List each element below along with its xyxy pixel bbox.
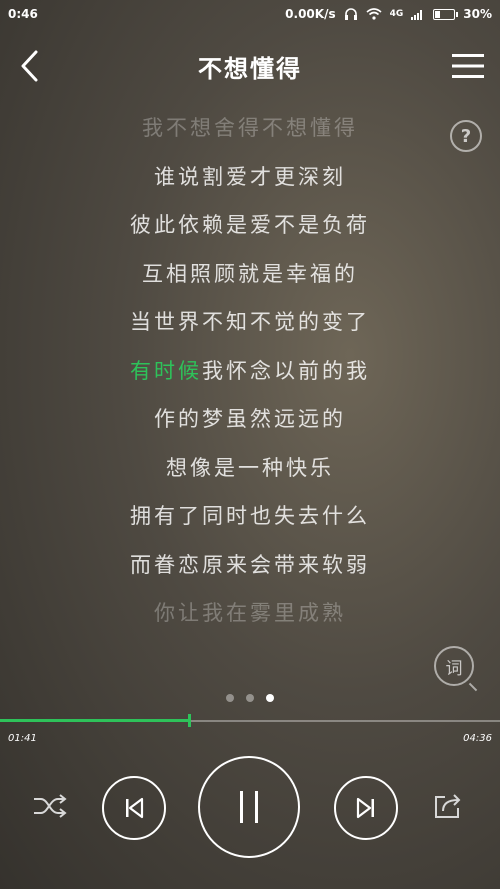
page-dot-active[interactable] [266, 694, 274, 702]
back-button[interactable] [14, 48, 50, 84]
progress-handle[interactable] [187, 714, 191, 727]
lyric-line: 拥有了同时也失去什么 [130, 504, 370, 528]
page-dot[interactable] [246, 694, 254, 702]
page-dot[interactable] [226, 694, 234, 702]
playback-controls [0, 752, 500, 862]
progress-bar[interactable] [0, 714, 500, 727]
repeat-icon [435, 794, 461, 818]
lyric-line: 当世界不知不觉的变了 [130, 310, 370, 334]
battery-level: 30% [463, 7, 492, 21]
network-speed: 0.00K/s [285, 7, 336, 21]
lyric-line: 而眷恋原来会带来软弱 [130, 552, 370, 577]
lyric-search-button[interactable]: 词 [434, 646, 474, 686]
lyric-highlighted-part: 有时候 [130, 358, 202, 383]
lyric-line: 彼此依赖是爱不是负荷 [130, 213, 370, 237]
lyric-line: 你让我在雾里成熟 [154, 601, 346, 625]
page-indicator [0, 694, 500, 702]
repeat-button[interactable] [428, 788, 468, 824]
lyric-line: 我不想舍得不想懂得 [142, 116, 358, 140]
chevron-left-icon [21, 50, 38, 82]
progress-fill [0, 719, 189, 722]
previous-button[interactable] [102, 776, 166, 840]
signal-indicator: 4G [389, 9, 404, 19]
lyric-remaining-part: 我怀念以前的我 [202, 358, 370, 383]
header: 不想懂得 [0, 36, 500, 96]
status-bar: 0:46 0.00K/s 4G 30% [0, 0, 500, 28]
next-button[interactable] [334, 776, 398, 840]
lyrics-panel[interactable]: 我不想舍得不想懂得 谁说割爱才更深刻 彼此依赖是爱不是负荷 互相照顾就是幸福的 … [0, 104, 500, 638]
total-time: 04:36 [463, 733, 492, 744]
signal-bars-icon [411, 10, 423, 20]
lyric-line: 谁说割爱才更深刻 [154, 164, 346, 189]
lyric-line-active: 有时候我怀念以前的我 [0, 347, 500, 396]
lyric-line: 想像是一种快乐 [166, 455, 334, 480]
battery-icon [433, 8, 459, 20]
shuffle-icon [34, 794, 67, 818]
hamburger-menu-icon [452, 54, 484, 78]
headphone-icon [344, 8, 357, 20]
shuffle-button[interactable] [30, 788, 70, 824]
current-time: 01:41 [8, 733, 37, 744]
pause-button[interactable] [198, 756, 300, 858]
lyric-line: 互相照顾就是幸福的 [142, 261, 358, 286]
previous-track-icon [126, 797, 144, 819]
status-time: 0:46 [8, 7, 38, 21]
menu-button[interactable] [450, 48, 486, 84]
next-track-icon [356, 797, 374, 819]
lyric-line: 作的梦虽然远远的 [154, 407, 346, 431]
wifi-icon [366, 8, 382, 20]
page-title: 不想懂得 [198, 54, 302, 83]
pause-icon [240, 791, 258, 823]
status-right: 0.00K/s 4G 30% [285, 7, 492, 21]
